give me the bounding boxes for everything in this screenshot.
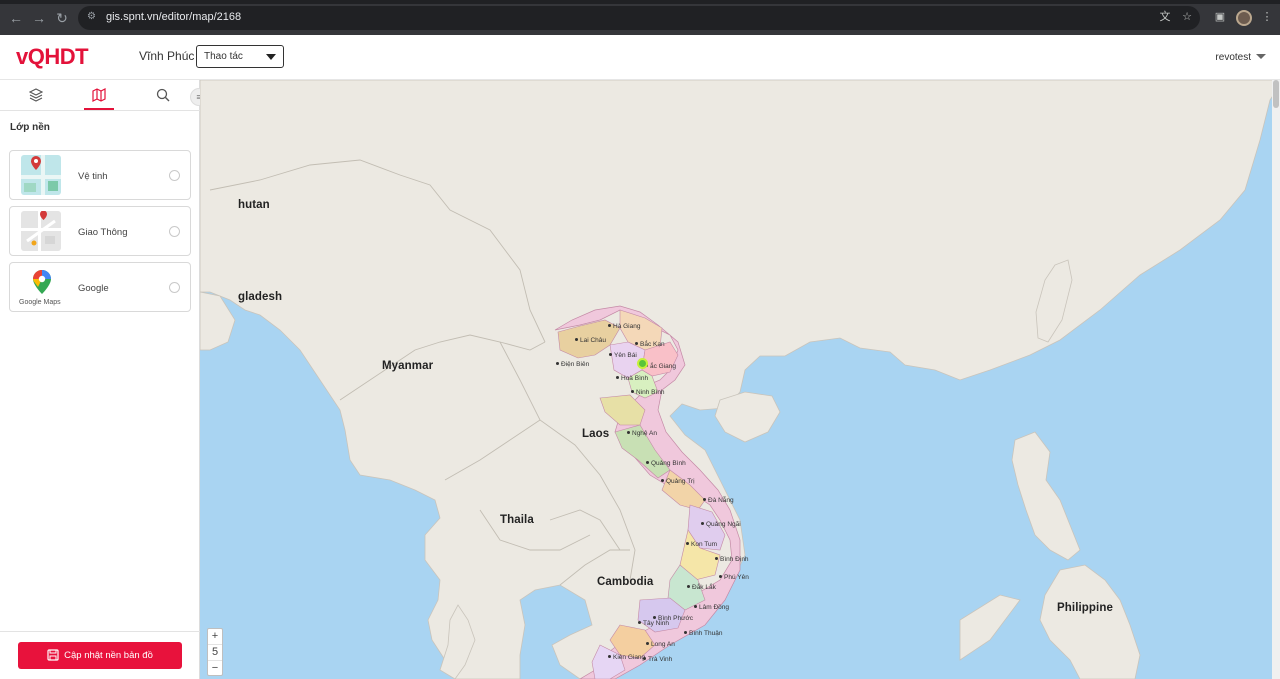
province-label: Trà Vinh	[643, 656, 672, 663]
user-caret-icon[interactable]	[1256, 54, 1266, 59]
map-icon	[92, 88, 106, 102]
save-icon	[47, 649, 59, 661]
province-label: Lâm Đồng	[694, 604, 729, 611]
search-icon	[156, 88, 170, 102]
region-name: Vĩnh Phúc	[139, 49, 195, 63]
forward-icon[interactable]: →	[29, 8, 49, 28]
site-settings-icon[interactable]: ⚙	[87, 11, 99, 23]
map-label-thailand: Thaila	[500, 514, 534, 526]
province-label: Đắk Lắk	[687, 584, 716, 591]
map-label-bangladesh: gladesh	[238, 291, 283, 303]
map-label-philippines: Philippine	[1057, 602, 1113, 614]
layer-label-google: Google	[78, 283, 109, 294]
province-label: ắc Giang	[645, 363, 676, 370]
basemap	[200, 80, 1280, 679]
radio-satellite[interactable]	[169, 170, 180, 181]
browser-tabstrip	[0, 0, 1280, 4]
satellite-map-icon	[21, 155, 61, 195]
zoom-level: 5	[208, 645, 222, 661]
google-maps-caption: Google Maps	[19, 299, 61, 306]
chevron-down-icon	[266, 54, 276, 60]
province-label: Lai Châu	[575, 337, 606, 344]
zoom-out-button[interactable]: −	[208, 661, 222, 677]
browser-toolbar: ← → ↻ ⚙ gis.spnt.vn/editor/map/2168 文 ☆ …	[0, 0, 1280, 35]
section-title: Lớp nền	[10, 122, 50, 133]
user-menu[interactable]: revotest	[1215, 52, 1251, 63]
layer-option-traffic[interactable]: Giao Thông	[9, 206, 191, 256]
reload-icon[interactable]: ↻	[52, 8, 72, 28]
profile-avatar[interactable]	[1236, 10, 1252, 26]
app-header: vQHDT Vĩnh Phúc Thao tác revotest	[0, 35, 1280, 80]
map-label-laos: Laos	[582, 428, 610, 440]
map-label-cambodia: Cambodia	[597, 576, 654, 588]
map-canvas[interactable]: hutan gladesh Myanmar Laos Thaila Cambod…	[200, 80, 1280, 679]
layer-label-traffic: Giao Thông	[78, 227, 128, 238]
bookmark-star-icon[interactable]: ☆	[1180, 10, 1194, 24]
zoom-in-button[interactable]: +	[208, 629, 222, 645]
province-label: Quảng Bình	[646, 460, 686, 467]
side-panel-icon[interactable]: ▣	[1213, 10, 1227, 24]
update-button-label: Cập nhật nền bản đồ	[64, 650, 153, 661]
back-icon[interactable]: ←	[6, 8, 26, 28]
sidebar-footer: Cập nhật nền bản đồ	[0, 631, 200, 679]
traffic-map-icon	[21, 211, 61, 251]
province-label: Tây Ninh	[638, 620, 669, 627]
province-label: Bắc Kạn	[635, 341, 665, 348]
page-scrollbar[interactable]	[1272, 80, 1280, 679]
layers-icon	[28, 88, 44, 102]
map-label-bhutan: hutan	[238, 199, 270, 211]
radio-traffic[interactable]	[169, 226, 180, 237]
province-label: Kiên Giang	[608, 654, 645, 661]
layer-option-google[interactable]: Google Maps Google	[9, 262, 191, 312]
radio-google[interactable]	[169, 282, 180, 293]
layer-option-satellite[interactable]: Vệ tinh	[9, 150, 191, 200]
translate-icon[interactable]: 文	[1158, 10, 1172, 24]
province-label: Yên Bái	[609, 352, 637, 359]
sidebar: ≡ Lớp nền Vệ tinh Giao Thông Google Maps…	[0, 80, 208, 679]
update-basemap-button[interactable]: Cập nhật nền bản đồ	[18, 642, 182, 669]
province-label: Điện Biên	[556, 361, 589, 368]
province-label: Bình Thuận	[684, 630, 723, 637]
province-label: Bình Định	[715, 556, 749, 563]
province-label: Long An	[646, 641, 675, 648]
province-label: Quảng Ngãi	[701, 521, 741, 528]
tab-search[interactable]	[148, 86, 178, 110]
google-maps-icon: Google Maps	[18, 267, 66, 307]
layer-label-satellite: Vệ tinh	[78, 171, 108, 182]
province-label: Đà Nẵng	[703, 497, 734, 504]
province-label: Phú Yên	[719, 574, 749, 581]
action-select[interactable]: Thao tác	[196, 45, 284, 68]
province-label: Nghệ An	[627, 430, 657, 437]
tab-layers[interactable]	[21, 86, 51, 110]
url-text[interactable]: gis.spnt.vn/editor/map/2168	[106, 11, 241, 23]
app-logo[interactable]: vQHDT	[16, 44, 89, 70]
browser-menu-icon[interactable]: ⋮	[1260, 10, 1274, 24]
scrollbar-thumb[interactable]	[1273, 80, 1279, 108]
province-label: Hoà Bình	[616, 375, 648, 382]
tab-basemap[interactable]	[84, 86, 114, 110]
address-bar[interactable]: ⚙ gis.spnt.vn/editor/map/2168	[78, 6, 1200, 30]
province-label: Ninh Bình	[631, 389, 665, 396]
province-label: Hà Giang	[608, 323, 640, 330]
province-label: Quảng Trị	[661, 478, 695, 485]
action-select-value: Thao tác	[204, 51, 243, 62]
location-marker[interactable]	[637, 358, 648, 369]
sidebar-tabs: ≡	[0, 80, 208, 111]
province-label: Kon Tum	[686, 541, 717, 548]
zoom-control: + 5 −	[207, 628, 223, 676]
map-label-myanmar: Myanmar	[382, 360, 434, 372]
